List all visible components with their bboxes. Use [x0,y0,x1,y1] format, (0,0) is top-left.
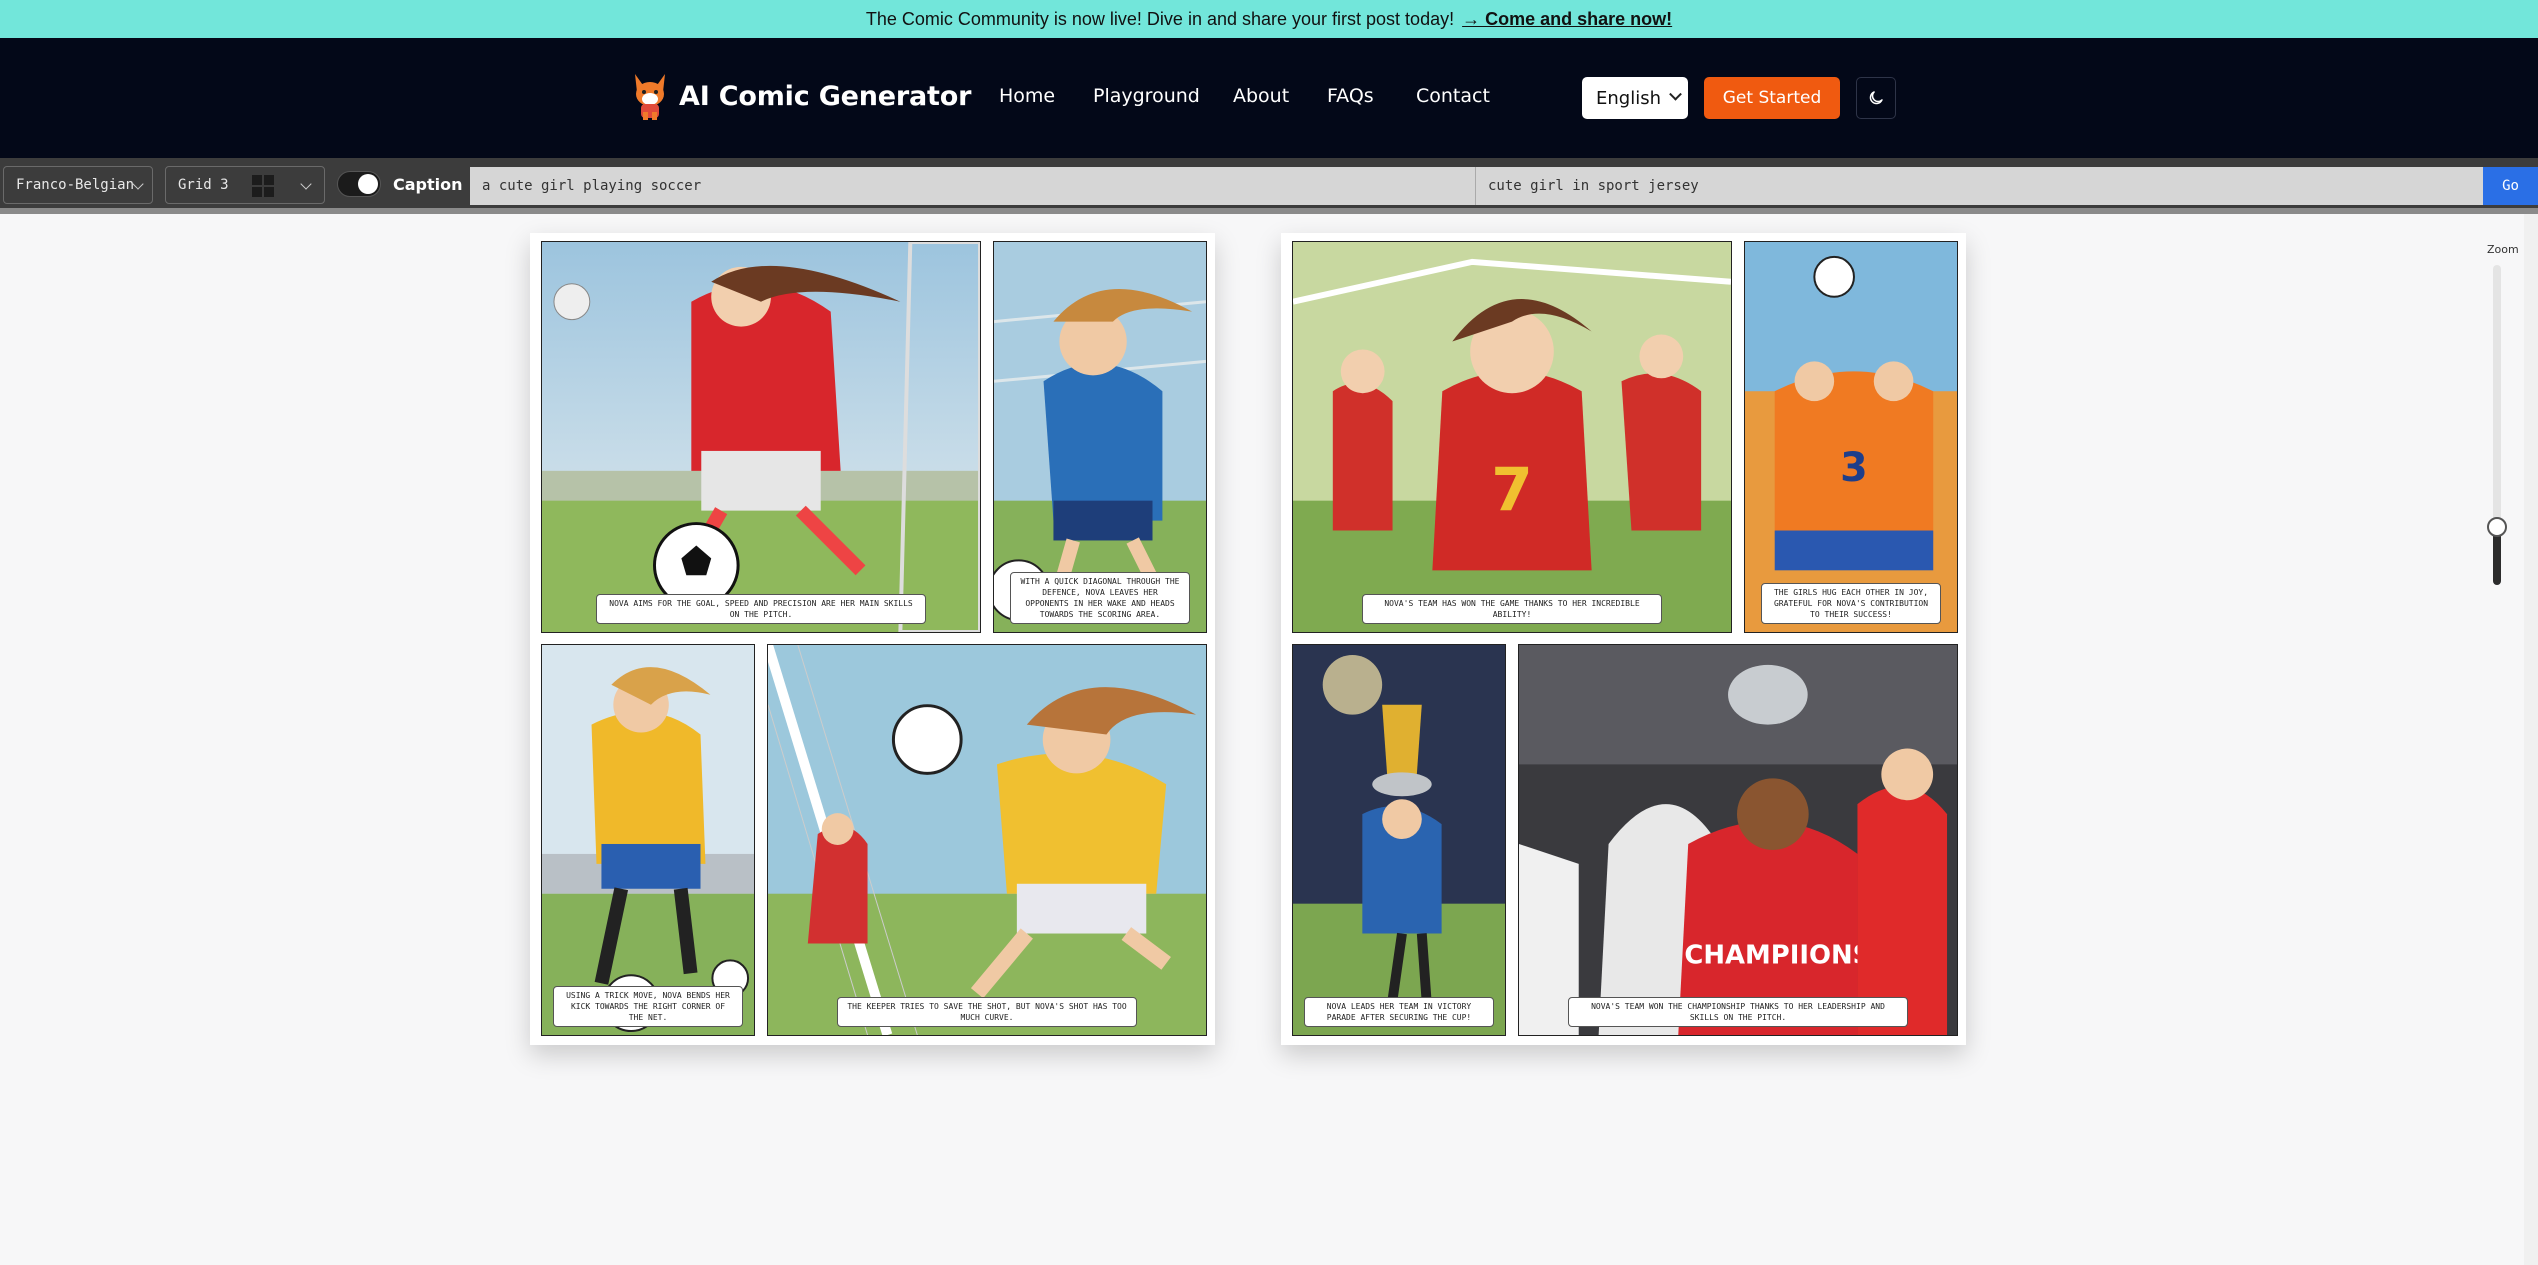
svg-text:7: 7 [1491,457,1533,526]
grid-value: Grid 3 [178,177,229,193]
comic-page-1: Nova aims for the goal, speed and precis… [530,233,1215,1045]
nav-about[interactable]: About [1233,85,1289,107]
grid-layout-icon [252,175,274,197]
nav-playground[interactable]: Playground [1093,85,1200,107]
panel-caption: Nova aims for the goal, speed and precis… [596,594,926,624]
panel-caption: Nova's team won the championship thanks … [1568,997,1908,1027]
language-value: English [1596,87,1661,109]
panel-illustration [1293,645,1505,1035]
style-select[interactable]: Franco-Belgian [3,166,153,204]
page-scrollbar[interactable] [2524,214,2538,1265]
comic-panel[interactable]: Nova aims for the goal, speed and precis… [541,241,981,633]
moon-icon [1869,91,1883,105]
chevron-down-icon [300,178,312,190]
panel-illustration: 7 [1293,242,1731,632]
chevron-down-icon [132,178,144,190]
comic-panel[interactable]: CHAMPIIONS Nova's team won the champions… [1518,644,1958,1036]
comic-panel[interactable]: Nova leads her team in victory parade af… [1292,644,1506,1036]
comic-panel[interactable]: With a quick diagonal through the defenc… [993,241,1207,633]
comic-panel[interactable]: The keeper tries to save the shot, but N… [767,644,1207,1036]
story-prompt-input[interactable]: a cute girl playing soccer [470,167,1475,205]
style-value: Franco-Belgian [16,177,135,193]
comic-panel[interactable]: Using a trick move, Nova bends her kick … [541,644,755,1036]
site-header: AI Comic Generator Home Playground About… [0,38,2538,158]
caption-toggle[interactable] [337,171,381,197]
brand-logo[interactable]: AI Comic Generator [631,72,971,120]
panel-illustration: 3 [1745,242,1957,632]
zoom-label: Zoom [2487,243,2519,256]
character-prompt-input[interactable]: cute girl in sport jersey [1476,167,2483,205]
comic-panel[interactable]: 3 The girls hug each other in joy, grate… [1744,241,1958,633]
panel-caption: With a quick diagonal through the defenc… [1010,572,1190,624]
nav-contact[interactable]: Contact [1416,85,1490,107]
chevron-down-icon [1669,87,1682,101]
nav-home[interactable]: Home [999,85,1055,107]
theme-toggle-button[interactable] [1856,77,1896,119]
panel-illustration: CHAMPIIONS [1519,645,1957,1035]
panel-illustration [542,645,754,1035]
fox-mascot-icon [635,74,665,120]
panel-caption: Nova's team has won the game thanks to h… [1362,594,1662,624]
zoom-slider-handle[interactable] [2487,517,2507,537]
toggle-knob [358,174,378,194]
announcement-link[interactable]: → Come and share now! [1462,9,1672,30]
caption-label: Caption [393,175,463,194]
panel-caption: The girls hug each other in joy, gratefu… [1761,583,1941,624]
language-select[interactable]: English [1582,77,1688,119]
zoom-slider[interactable] [2487,265,2507,585]
panel-caption: Nova leads her team in victory parade af… [1304,997,1494,1027]
svg-text:3: 3 [1840,445,1868,491]
grid-select[interactable]: Grid 3 [165,166,325,204]
get-started-button[interactable]: Get Started [1704,77,1840,119]
generator-toolbar: Franco-Belgian Grid 3 Caption a cute gir… [0,158,2538,214]
comic-panel[interactable]: 7 Nova's team has won the game thanks to… [1292,241,1732,633]
svg-text:CHAMPIIONS: CHAMPIIONS [1684,940,1871,970]
panel-caption: The keeper tries to save the shot, but N… [837,997,1137,1027]
panel-illustration [768,645,1206,1035]
announcement-text: The Comic Community is now live! Dive in… [865,8,1455,29]
go-button[interactable]: Go [2483,167,2538,205]
nav-faqs[interactable]: FAQs [1327,85,1374,107]
announcement-bar: The Comic Community is now live! Dive in… [0,0,2538,38]
brand-name: AI Comic Generator [679,80,972,112]
panel-illustration [542,242,980,632]
panel-caption: Using a trick move, Nova bends her kick … [553,986,743,1027]
comic-page-2: 7 Nova's team has won the game thanks to… [1281,233,1966,1045]
